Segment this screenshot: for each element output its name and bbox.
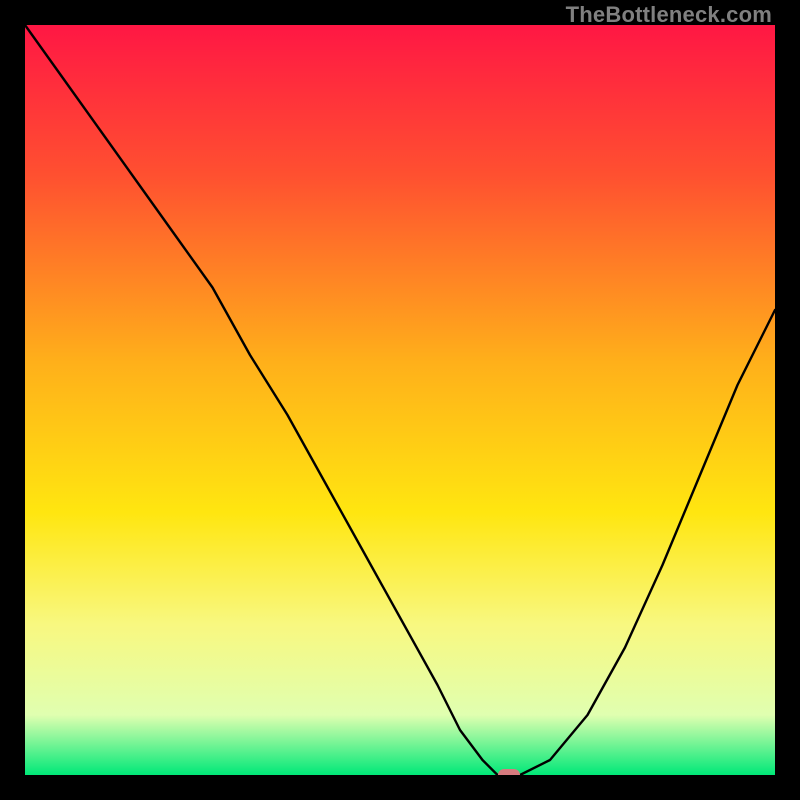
watermark-text: TheBottleneck.com (566, 2, 772, 28)
chart-frame: TheBottleneck.com (0, 0, 800, 800)
optimal-marker (498, 769, 520, 775)
bottleneck-curve (25, 25, 775, 775)
plot-area (25, 25, 775, 775)
